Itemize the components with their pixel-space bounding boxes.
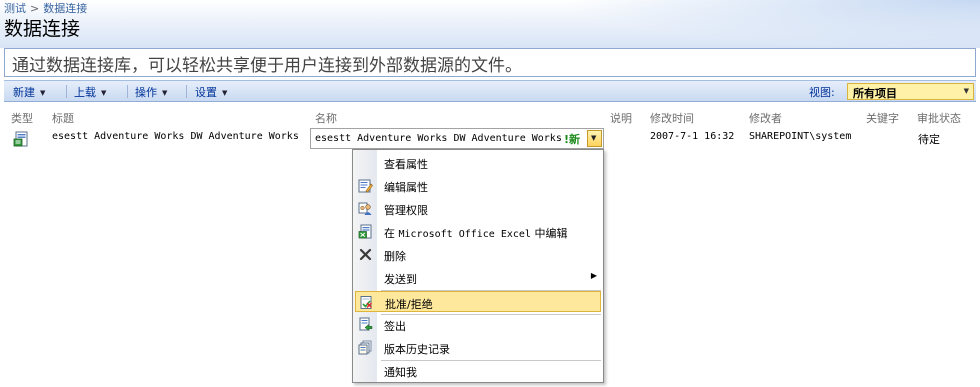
settings-label: 设置 [195,86,217,99]
approve-reject-icon [360,296,372,309]
column-header-modified-by[interactable]: 修改者 [749,110,782,126]
menu-item-edit-properties[interactable]: 编辑属性 [355,175,601,196]
toolbar-divider [66,85,67,98]
menu-item-delete[interactable]: 删除 [355,244,601,265]
item-menu-dropdown-button[interactable]: ▼ [587,130,602,147]
menu-item-label: 发送到 [384,273,417,286]
row-title: esestt Adventure Works DW Adventure Work… [52,131,299,142]
column-header-title[interactable]: 标题 [52,110,74,126]
excel-icon [358,224,372,239]
menu-item-edit-in-excel[interactable]: 在 Microsoft Office Excel 中编辑 [355,221,601,242]
column-header-description[interactable]: 说明 [610,110,632,126]
menu-item-alert-me[interactable]: 通知我 [355,360,601,381]
header-band [0,0,980,48]
menu-item-check-out[interactable]: 签出 [355,314,601,335]
menu-item-label: 查看属性 [384,158,428,171]
menu-item-label: 编辑属性 [384,181,428,194]
row-modified-by: SHAREPOINT\system [749,131,852,142]
menu-item-label: 通知我 [384,366,417,379]
new-label: 新建 [13,86,35,99]
chevron-down-icon: ▼ [591,134,597,142]
menu-item-label: 批准/拒绝 [385,298,433,311]
column-header-keywords[interactable]: 关键字 [866,110,899,126]
version-history-icon [358,340,372,355]
column-header-modified[interactable]: 修改时间 [650,110,694,126]
column-header-approval-status[interactable]: 审批状态 [917,110,961,126]
upload-label: 上载 [74,86,96,99]
chevron-down-icon: ▼ [40,89,46,97]
row-name-field[interactable]: esestt Adventure Works DW Adventure Work… [310,128,604,149]
upload-menu-button[interactable]: 上载 ▼ [74,84,106,100]
submenu-arrow-icon: ▶ [590,271,597,280]
list-toolbar: 新建 ▼ 上载 ▼ 操作 ▼ 设置 ▼ 视图: 所有项目 ▼ [4,80,976,102]
view-select-value: 所有项目 [853,87,897,100]
menu-item-label-prefix: 在 [384,227,395,240]
menu-item-approve-reject[interactable]: 批准/拒绝 [355,291,601,312]
menu-item-label-app: Microsoft Office Excel [398,229,531,240]
column-header-type[interactable]: 类型 [11,110,33,126]
settings-menu-button[interactable]: 设置 ▼ [195,84,227,100]
toolbar-divider [127,85,128,98]
menu-item-label: 版本历史记录 [384,343,450,356]
menu-item-send-to[interactable]: 发送到 ▶ [355,267,601,288]
view-select[interactable]: 所有项目 ▼ [847,83,974,100]
menu-item-label: 在 Microsoft Office Excel 中编辑 [384,225,567,241]
menu-item-label-suffix: 中编辑 [534,227,568,240]
library-description: 通过数据连接库，可以轻松共享便于用户连接到外部数据源的文件。 [4,48,976,77]
page-title: 数据连接 [4,18,81,40]
edit-properties-icon [358,179,373,193]
check-out-icon [359,317,373,332]
new-badge: !新 [564,133,581,146]
toolbar-divider [186,85,187,98]
menu-item-version-history[interactable]: 版本历史记录 [355,337,601,358]
menu-item-manage-permissions[interactable]: 管理权限 [355,198,601,219]
actions-menu-button[interactable]: 操作 ▼ [135,84,167,100]
manage-permissions-icon [358,202,372,215]
menu-item-label: 签出 [384,320,406,333]
item-context-menu: 查看属性 编辑属性 管理权限 在 Microsoft Office Excel [352,149,604,383]
menu-item-label: 管理权限 [384,204,428,217]
delete-icon [359,248,372,261]
row-modified: 2007-7-1 16:32 [650,131,735,142]
menu-item-view-properties[interactable]: 查看属性 [355,152,601,173]
menu-item-label: 删除 [384,250,406,263]
actions-label: 操作 [135,86,157,99]
data-connection-file-icon [13,131,28,147]
chevron-down-icon: ▼ [222,89,228,97]
row-name-link[interactable]: esestt Adventure Works DW Adventure Work… [315,133,562,144]
view-label: 视图: [809,86,835,99]
column-header-name[interactable]: 名称 [315,110,337,126]
chevron-down-icon: ▼ [963,87,969,95]
row-approval-status: 待定 [918,133,940,146]
chevron-down-icon: ▼ [101,89,107,97]
new-menu-button[interactable]: 新建 ▼ [13,84,45,100]
chevron-down-icon: ▼ [162,89,168,97]
